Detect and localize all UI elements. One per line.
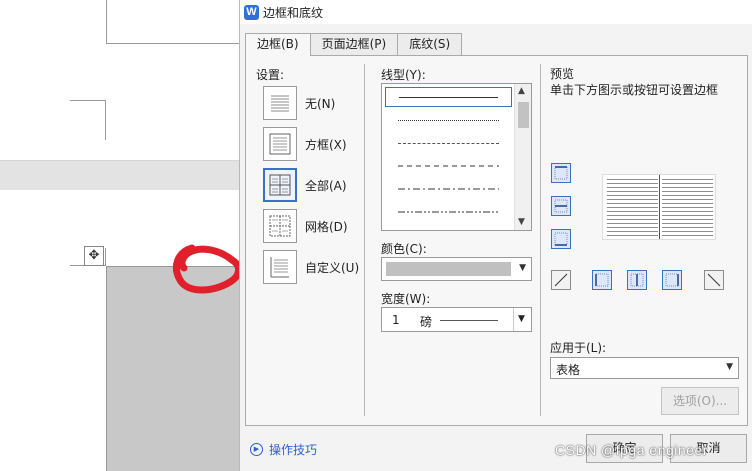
dropdown-arrow-icon: ▼ <box>519 263 526 273</box>
dialog-title: 边框和底纹 <box>263 5 324 20</box>
dropdown-arrow-icon: ▼ <box>518 314 525 324</box>
borders-and-shading-dialog: W 边框和底纹 边框(B) 页面边框(P) 底纹(S) 设置: 无(N) 方框(… <box>239 0 752 471</box>
line-style-dash[interactable] <box>385 156 512 176</box>
grid-border-icon <box>263 209 297 243</box>
none-border-icon <box>263 86 297 120</box>
scroll-down-icon[interactable]: ▼ <box>518 217 525 227</box>
tips-link[interactable]: ▶ 操作技巧 <box>250 441 317 458</box>
diagonal-up-icon <box>554 273 568 287</box>
tips-label: 操作技巧 <box>269 443 318 457</box>
setting-none-label: 无(N) <box>305 96 336 111</box>
left-border-button[interactable] <box>592 270 612 290</box>
width-unit: 磅 <box>420 315 433 329</box>
line-style-dash-dot[interactable] <box>385 179 512 199</box>
scroll-thumb[interactable] <box>518 102 529 128</box>
color-swatch <box>386 262 511 276</box>
line-style-solid[interactable] <box>385 87 512 107</box>
preview-label: 预览 <box>550 67 575 81</box>
setting-box-label: 方框(X) <box>305 137 347 152</box>
setting-grid-label: 网格(D) <box>305 219 348 234</box>
apply-to-value: 表格 <box>556 363 581 377</box>
options-button[interactable]: 选项(O)... <box>661 387 739 415</box>
line-style-scrollbar[interactable]: ▲ ▼ <box>514 84 531 230</box>
apply-to-label: 应用于(L): <box>550 341 607 355</box>
width-value: 1 <box>392 313 400 327</box>
width-line-sample <box>440 320 498 321</box>
column-divider <box>364 64 365 416</box>
line-style-label: 线型(Y): <box>381 68 426 82</box>
diagonal-up-border-button[interactable] <box>704 270 724 290</box>
column-divider <box>540 64 541 416</box>
setting-all-label: 全部(A) <box>305 178 347 193</box>
table-move-handle-icon[interactable]: ✥ <box>84 246 104 266</box>
settings-label: 设置: <box>256 68 285 82</box>
color-label: 颜色(C): <box>381 242 427 256</box>
dialog-tabs: 边框(B) 页面边框(P) 底纹(S) <box>245 33 463 56</box>
line-style-fine-dash[interactable] <box>385 133 512 153</box>
tab-shading[interactable]: 底纹(S) <box>397 33 463 55</box>
inside-vertical-border-icon <box>630 273 644 287</box>
dialog-titlebar[interactable]: W 边框和底纹 <box>240 0 752 24</box>
page-gap <box>0 160 240 190</box>
diagonal-down-border-button[interactable] <box>551 270 571 290</box>
bottom-border-button[interactable] <box>551 229 571 249</box>
margin-corner-mark <box>70 100 106 140</box>
line-style-list[interactable]: ▲ ▼ <box>381 83 532 231</box>
play-icon: ▶ <box>250 443 263 456</box>
preview-sample[interactable] <box>602 174 716 240</box>
top-border-icon <box>554 166 568 180</box>
setting-grid[interactable]: 网格(D) <box>263 209 348 243</box>
annotation-circle <box>173 244 242 294</box>
setting-all[interactable]: 全部(A) <box>263 168 347 202</box>
setting-custom-label: 自定义(U) <box>305 260 360 275</box>
tab-borders[interactable]: 边框(B) <box>245 33 311 56</box>
line-style-dotted[interactable] <box>385 110 512 130</box>
top-border-button[interactable] <box>551 163 571 183</box>
setting-custom[interactable]: 自定义(U) <box>263 250 359 284</box>
setting-none[interactable]: 无(N) <box>263 86 335 120</box>
scroll-up-icon[interactable]: ▲ <box>518 86 525 96</box>
watermark: CSDN @fpga engineer <box>555 442 708 458</box>
right-border-icon <box>665 273 679 287</box>
dropdown-arrow-icon: ▼ <box>726 362 733 372</box>
bottom-border-icon <box>554 232 568 246</box>
box-border-icon <box>263 127 297 161</box>
diagonal-down-icon <box>707 273 721 287</box>
line-style-dash-dot-dot[interactable] <box>385 202 512 222</box>
inside-horizontal-border-button[interactable] <box>551 196 571 216</box>
width-label: 宽度(W): <box>381 292 431 306</box>
text-area-corner-mark <box>106 0 240 44</box>
inside-vertical-border-button[interactable] <box>627 270 647 290</box>
width-dropdown-button[interactable]: ▼ <box>513 308 531 331</box>
tab-page-borders[interactable]: 页面边框(P) <box>309 33 399 55</box>
wps-logo-icon: W <box>244 4 259 20</box>
left-border-icon <box>595 273 609 287</box>
right-border-button[interactable] <box>662 270 682 290</box>
setting-box[interactable]: 方框(X) <box>263 127 347 161</box>
preview-hint: 单击下方图示或按钮可设置边框 <box>550 83 719 97</box>
color-dropdown[interactable]: ▼ <box>381 257 532 281</box>
preview-center-border <box>659 175 660 239</box>
custom-border-icon <box>263 250 297 284</box>
all-borders-icon <box>263 168 297 202</box>
apply-to-dropdown[interactable]: 表格 ▼ <box>550 357 739 379</box>
width-dropdown[interactable]: 1 磅 ▼ <box>381 307 532 332</box>
inside-horizontal-border-icon <box>554 199 568 213</box>
borders-tab-panel: 设置: 无(N) 方框(X) 全部(A) 网格(D) 自定义(U) 线型(Y):… <box>245 55 748 426</box>
